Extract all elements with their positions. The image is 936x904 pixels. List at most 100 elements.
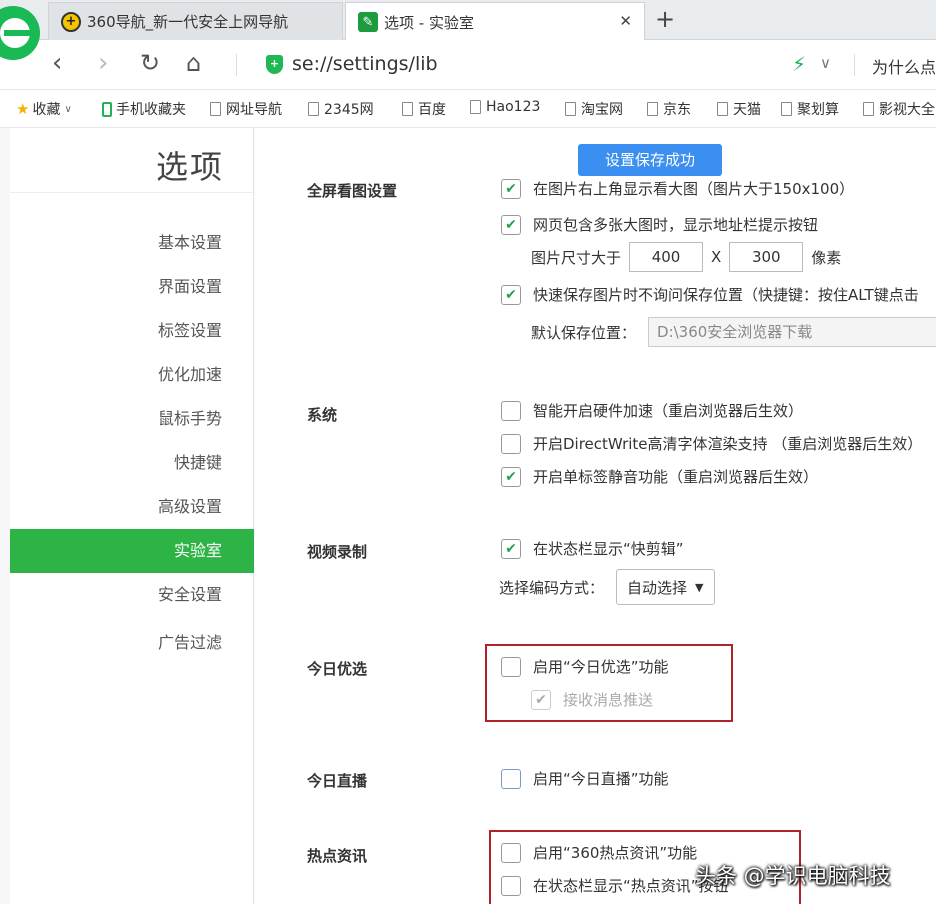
bookmark-item[interactable]: 京东	[647, 99, 691, 119]
option-label: 在状态栏显示“快剪辑”	[533, 540, 684, 558]
bookmark-favorites[interactable]: ★ 收藏 ∨	[16, 99, 72, 119]
option-label: 智能开启硬件加速（重启浏览器后生效）	[533, 402, 804, 420]
bookmark-item[interactable]: 聚划算	[781, 99, 839, 119]
save-path-input[interactable]: D:\360安全浏览器下载	[648, 317, 936, 347]
page-title: 选项	[156, 148, 225, 186]
option-row[interactable]: 启用“360热点资讯”功能	[501, 842, 697, 863]
save-path-row: 默认保存位置： D:\360安全浏览器下载	[531, 317, 936, 347]
option-label: 在图片右上角显示看大图（图片大于150x100）	[533, 180, 855, 198]
speed-mode-icon[interactable]: ⚡	[792, 52, 806, 76]
tab-360-nav[interactable]: + 360导航_新一代安全上网导航	[48, 2, 343, 40]
url-input[interactable]: se://settings/lib	[292, 53, 438, 75]
checkbox[interactable]	[501, 466, 521, 487]
section-label-today-pick: 今日优选	[307, 660, 368, 678]
section-label-hot-news: 热点资讯	[307, 847, 368, 865]
option-row[interactable]: 启用“今日优选”功能	[501, 656, 669, 677]
option-row[interactable]: 开启DirectWrite高清字体渲染支持 （重启浏览器后生效）	[501, 433, 922, 454]
sidebar-item-lab[interactable]: 实验室	[10, 529, 254, 573]
option-row[interactable]: 在状态栏显示“快剪辑”	[501, 538, 684, 559]
checkbox[interactable]	[501, 538, 521, 559]
sidebar-item-gestures[interactable]: 鼠标手势	[10, 397, 254, 441]
page-icon	[717, 102, 728, 116]
bookmark-item[interactable]: 手机收藏夹	[102, 99, 186, 119]
tab-label: 选项 - 实验室	[384, 13, 474, 32]
checkbox[interactable]	[501, 214, 521, 235]
checkbox[interactable]	[501, 875, 521, 896]
bookmark-item[interactable]: 天猫	[717, 99, 761, 119]
option-label: 开启DirectWrite高清字体渲染支持 （重启浏览器后生效）	[533, 435, 923, 453]
bookmark-item[interactable]: 网址导航	[210, 99, 282, 119]
bookmark-item[interactable]: 影视大全	[863, 99, 935, 119]
separator	[854, 54, 855, 76]
page-icon	[565, 102, 576, 116]
bookmark-item[interactable]: 百度	[402, 99, 446, 119]
wrench-icon: ✎	[358, 12, 378, 32]
tab-options-lab[interactable]: ✎ 选项 - 实验室 ✕	[345, 2, 645, 41]
option-row[interactable]: 快速保存图片时不询问保存位置（快捷键：按住ALT键点击	[501, 284, 919, 305]
checkbox[interactable]	[501, 400, 521, 421]
codec-select[interactable]: 自动选择 ▼	[616, 569, 715, 605]
tab-label: 360导航_新一代安全上网导航	[87, 13, 289, 31]
save-success-toast: 设置保存成功	[578, 144, 722, 176]
checkbox[interactable]	[501, 284, 521, 305]
bookmarks-bar: ★ 收藏 ∨ 手机收藏夹 网址导航 2345网 百度 Hao123 淘宝网 京东 天…	[0, 90, 936, 128]
page-icon	[308, 102, 319, 116]
search-suggestion-text[interactable]: 为什么点	[872, 54, 936, 78]
phone-icon	[102, 101, 112, 117]
option-row[interactable]: 开启单标签静音功能（重启浏览器后生效）	[501, 466, 818, 487]
option-row[interactable]: 智能开启硬件加速（重启浏览器后生效）	[501, 400, 803, 421]
times-label: X	[711, 248, 722, 266]
security-shield-icon[interactable]: +	[266, 55, 283, 74]
home-icon[interactable]: ⌂	[186, 48, 201, 78]
checkbox[interactable]	[501, 656, 521, 677]
checkbox[interactable]	[501, 178, 521, 199]
checkbox	[531, 689, 551, 710]
option-label: 快速保存图片时不询问保存位置（快捷键：按住ALT键点击	[533, 286, 919, 304]
bookmark-item[interactable]: Hao123	[470, 99, 540, 115]
page-icon	[210, 102, 221, 116]
codec-row: 选择编码方式： 自动选择 ▼	[499, 569, 715, 605]
sidebar-item-shortcuts[interactable]: 快捷键	[10, 441, 254, 485]
select-value: 自动选择	[627, 578, 688, 597]
option-label: 网页包含多张大图时，显示地址栏提示按钮	[533, 216, 819, 234]
save-path-label: 默认保存位置：	[531, 323, 637, 342]
back-icon[interactable]: ‹	[52, 48, 62, 78]
option-label: 开启单标签静音功能（重启浏览器后生效）	[533, 468, 819, 486]
checkbox[interactable]	[501, 768, 521, 789]
chevron-down-icon: ∨	[64, 103, 72, 115]
page-icon	[402, 102, 413, 116]
sidebar-item-basic[interactable]: 基本设置	[10, 221, 254, 265]
sidebar-item-security[interactable]: 安全设置	[10, 573, 254, 617]
sidebar-item-interface[interactable]: 界面设置	[10, 265, 254, 309]
width-input[interactable]: 400	[629, 242, 704, 272]
bookmark-item[interactable]: 淘宝网	[565, 99, 623, 119]
image-size-row: 图片尺寸大于 400 X 300 像素	[531, 242, 841, 272]
caret-down-icon: ▼	[695, 580, 704, 594]
chevron-down-icon[interactable]: ∨	[820, 54, 831, 72]
settings-page: 选项 基本设置 界面设置 标签设置 优化加速 鼠标手势 快捷键 高级设置 实验室…	[0, 128, 936, 904]
option-row[interactable]: 启用“今日直播”功能	[501, 768, 669, 789]
bookmark-item[interactable]: 2345网	[308, 99, 374, 119]
forward-icon[interactable]: ›	[98, 48, 108, 78]
checkbox[interactable]	[501, 842, 521, 863]
option-label: 接收消息推送	[563, 691, 654, 709]
height-input[interactable]: 300	[729, 242, 804, 272]
sidebar-item-optimize[interactable]: 优化加速	[10, 353, 254, 397]
sidebar-item-adblock[interactable]: 广告过滤	[10, 621, 254, 665]
option-label: 启用“今日直播”功能	[533, 770, 669, 788]
option-label: 启用“360热点资讯”功能	[533, 844, 698, 862]
new-tab-icon[interactable]: +	[655, 5, 675, 33]
option-row[interactable]: 在图片右上角显示看大图（图片大于150x100）	[501, 178, 854, 199]
sidebar-item-advanced[interactable]: 高级设置	[10, 485, 254, 529]
option-label: 启用“今日优选”功能	[533, 658, 669, 676]
option-row[interactable]: 网页包含多张大图时，显示地址栏提示按钮	[501, 214, 818, 235]
checkbox[interactable]	[501, 433, 521, 454]
reload-icon[interactable]: ↻	[140, 48, 160, 78]
page-icon	[781, 102, 792, 116]
separator	[236, 54, 237, 76]
close-tab-icon[interactable]: ✕	[619, 12, 632, 30]
option-row: 接收消息推送	[531, 689, 653, 710]
codec-label: 选择编码方式：	[499, 578, 605, 597]
settings-sidebar: 选项 基本设置 界面设置 标签设置 优化加速 鼠标手势 快捷键 高级设置 实验室…	[10, 128, 254, 904]
sidebar-item-tabs[interactable]: 标签设置	[10, 309, 254, 353]
